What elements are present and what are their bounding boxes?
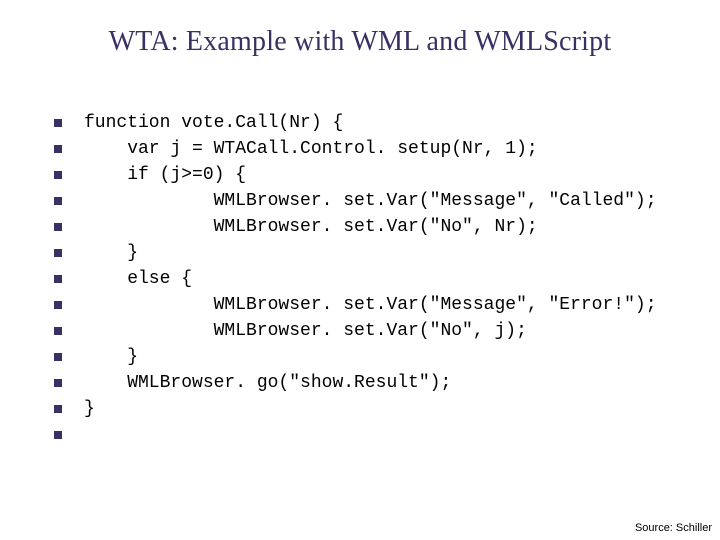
code-line (54, 422, 700, 448)
code-line: } (54, 344, 700, 370)
code-text: } (84, 396, 95, 422)
bullet-icon (54, 405, 62, 413)
code-line: var j = WTACall.Control. setup(Nr, 1); (54, 136, 700, 162)
code-line: } (54, 396, 700, 422)
code-text: var j = WTACall.Control. setup(Nr, 1); (84, 136, 538, 162)
code-text: WMLBrowser. set.Var("Message", "Called")… (84, 188, 657, 214)
code-line: WMLBrowser. set.Var("No", Nr); (54, 214, 700, 240)
bullet-icon (54, 171, 62, 179)
bullet-icon (54, 327, 62, 335)
code-line: WMLBrowser. go("show.Result"); (54, 370, 700, 396)
source-attribution: Source: Schiller (635, 522, 712, 534)
code-text: } (84, 344, 138, 370)
code-text: function vote.Call(Nr) { (84, 110, 343, 136)
code-text: WMLBrowser. go("show.Result"); (84, 370, 451, 396)
code-text: else { (84, 266, 192, 292)
code-line: function vote.Call(Nr) { (54, 110, 700, 136)
bullet-icon (54, 119, 62, 127)
slide: WTA: Example with WML and WMLScript func… (0, 0, 720, 540)
bullet-icon (54, 353, 62, 361)
code-line: if (j>=0) { (54, 162, 700, 188)
code-line: else { (54, 266, 700, 292)
bullet-icon (54, 301, 62, 309)
code-text: } (84, 240, 138, 266)
code-text: if (j>=0) { (84, 162, 246, 188)
code-block: function vote.Call(Nr) { var j = WTACall… (54, 110, 700, 448)
code-line: WMLBrowser. set.Var("Message", "Called")… (54, 188, 700, 214)
bullet-icon (54, 275, 62, 283)
bullet-icon (54, 223, 62, 231)
code-text: WMLBrowser. set.Var("Message", "Error!")… (84, 292, 657, 318)
code-text: WMLBrowser. set.Var("No", j); (84, 318, 527, 344)
code-line: WMLBrowser. set.Var("Message", "Error!")… (54, 292, 700, 318)
code-line: WMLBrowser. set.Var("No", j); (54, 318, 700, 344)
code-line: } (54, 240, 700, 266)
code-text: WMLBrowser. set.Var("No", Nr); (84, 214, 538, 240)
bullet-icon (54, 197, 62, 205)
bullet-icon (54, 379, 62, 387)
bullet-icon (54, 145, 62, 153)
bullet-icon (54, 431, 62, 439)
slide-title: WTA: Example with WML and WMLScript (0, 26, 720, 58)
bullet-icon (54, 249, 62, 257)
